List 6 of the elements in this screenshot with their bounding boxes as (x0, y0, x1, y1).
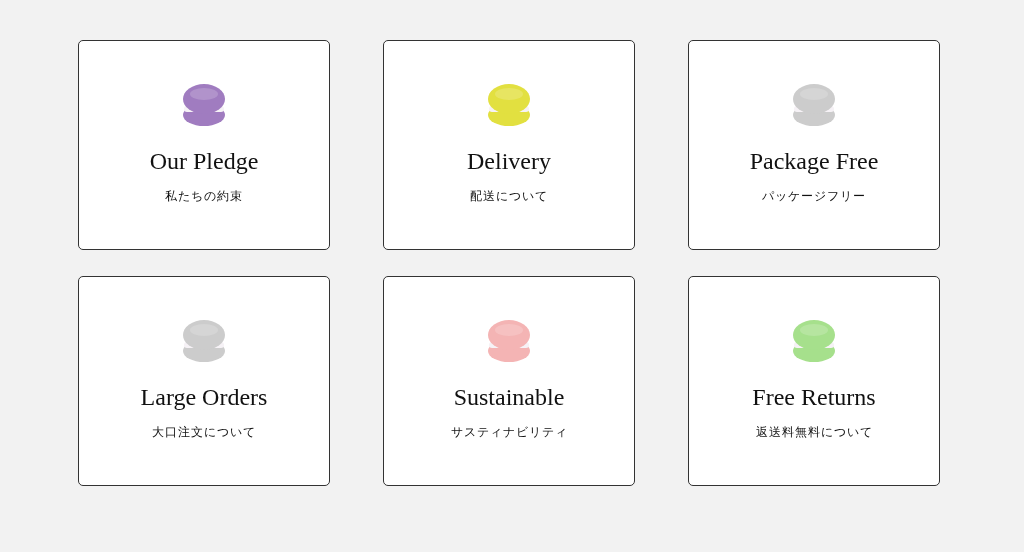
category-card[interactable]: Large Orders 大口注文について (78, 276, 330, 486)
category-card[interactable]: Delivery 配送について (383, 40, 635, 250)
category-card[interactable]: Package Free パッケージフリー (688, 40, 940, 250)
category-card[interactable]: Sustainable サスティナビリティ (383, 276, 635, 486)
category-card[interactable]: Free Returns 返送料無料について (688, 276, 940, 486)
category-card[interactable]: Our Pledge 私たちの約束 (78, 40, 330, 250)
